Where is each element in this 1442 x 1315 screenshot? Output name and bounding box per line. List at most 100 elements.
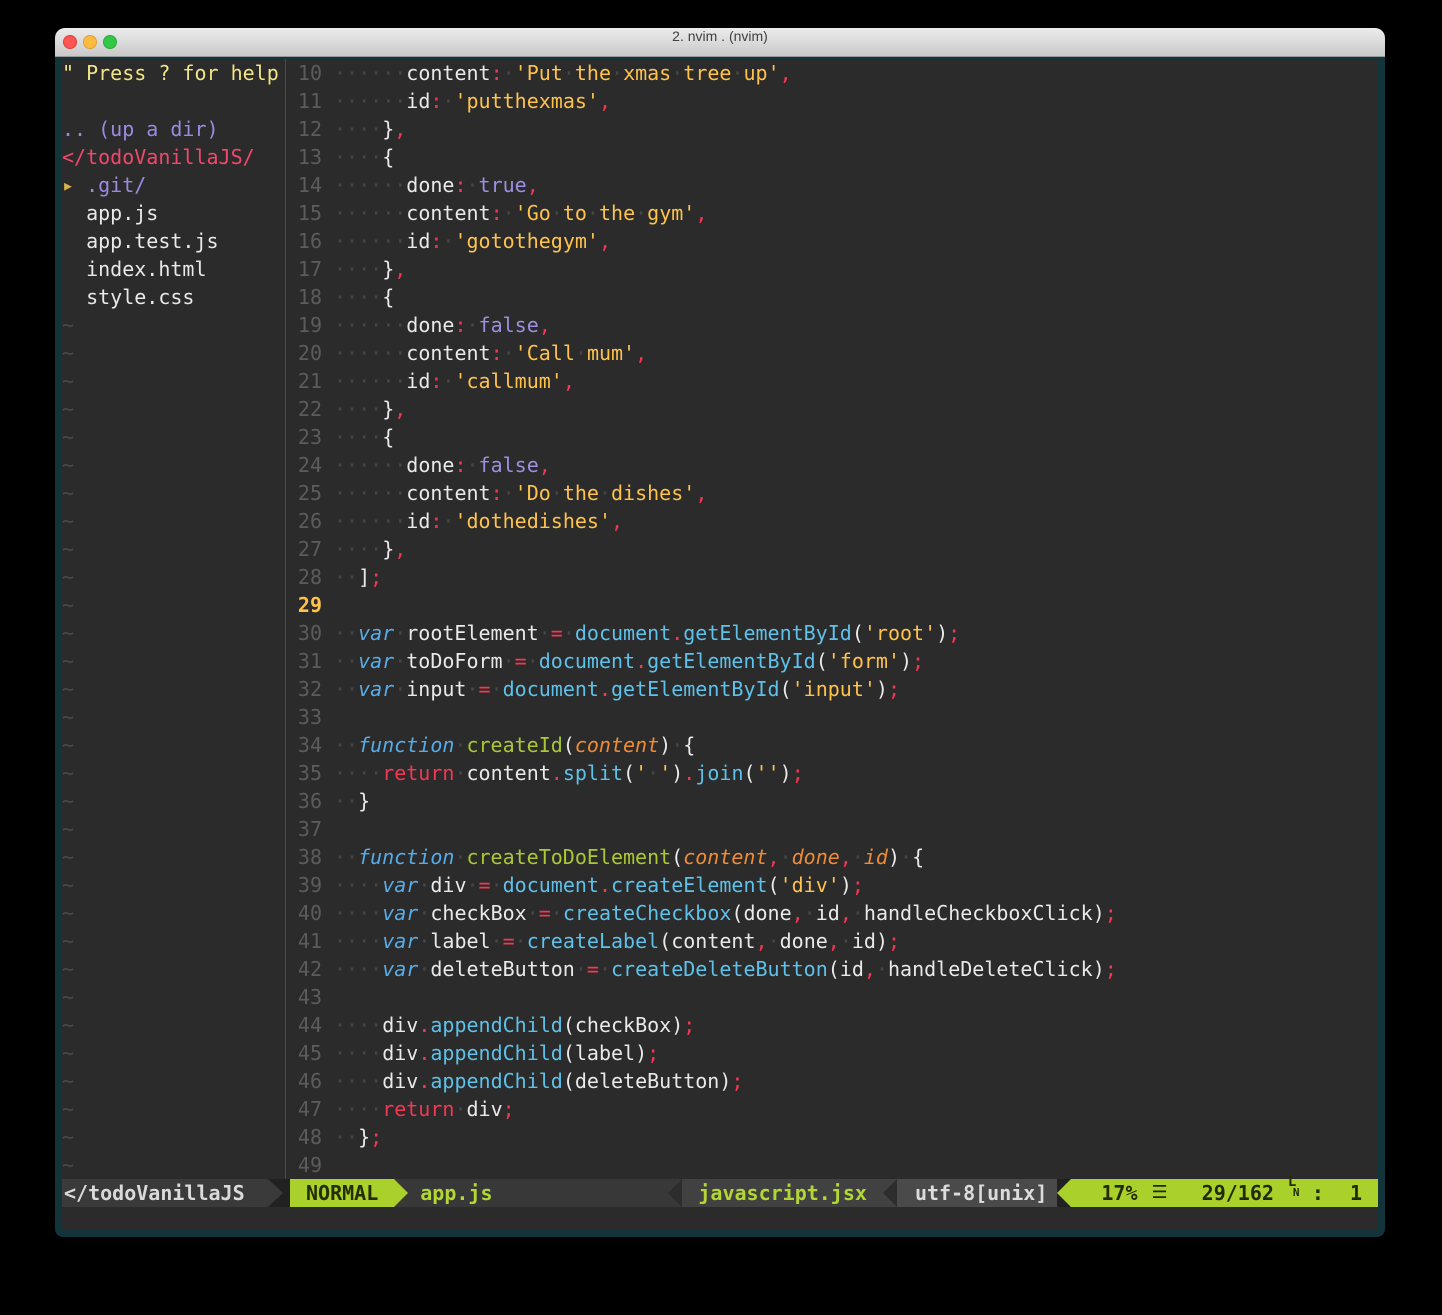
- empty-line-tilde: ~: [62, 1067, 285, 1095]
- code-line-48[interactable]: 48··};: [286, 1123, 1378, 1151]
- empty-line-tilde: ~: [62, 843, 285, 871]
- code-line-29[interactable]: 29: [286, 591, 1378, 619]
- code-line-30[interactable]: 30··var·rootElement·=·document.getElemen…: [286, 619, 1378, 647]
- code-line-41[interactable]: 41····var·label·=·createLabel(content,·d…: [286, 927, 1378, 955]
- line-number: 42: [286, 955, 322, 983]
- line-number: 34: [286, 731, 322, 759]
- statusline: </todoVanillaJS NORMAL app.js javascript…: [62, 1179, 1378, 1207]
- code-line-45[interactable]: 45····div.appendChild(label);: [286, 1039, 1378, 1067]
- tree-item-app-js[interactable]: app.js: [62, 199, 285, 227]
- line-number: 35: [286, 759, 322, 787]
- tree-item-app-test-js[interactable]: app.test.js: [62, 227, 285, 255]
- editor-main: " Press ? for help .. (up a dir)</todoVan…: [62, 59, 1378, 1179]
- tree-item-git-dir[interactable]: ▸ .git/: [62, 171, 285, 199]
- desktop: { "window": { "title": "2. nvim . (nvim)…: [0, 0, 1442, 1315]
- code-line-18[interactable]: 18····{: [286, 283, 1378, 311]
- line-number: 47: [286, 1095, 322, 1123]
- empty-line-tilde: ~: [62, 1095, 285, 1123]
- line-number: 10: [286, 59, 322, 87]
- code-line-49[interactable]: 49: [286, 1151, 1378, 1179]
- code-line-32[interactable]: 32··var·input·=·document.getElementById(…: [286, 675, 1378, 703]
- colon-separator: :: [1312, 1179, 1324, 1207]
- empty-line-tilde: ~: [62, 703, 285, 731]
- code-line-22[interactable]: 22····},: [286, 395, 1378, 423]
- empty-line-tilde: ~: [62, 563, 285, 591]
- code-line-15[interactable]: 15······content:·'Go·to·the·gym',: [286, 199, 1378, 227]
- code-line-33[interactable]: 33: [286, 703, 1378, 731]
- line-number: 48: [286, 1123, 322, 1151]
- line-number: 41: [286, 927, 322, 955]
- code-line-34[interactable]: 34··function·createId(content)·{: [286, 731, 1378, 759]
- code-line-28[interactable]: 28··];: [286, 563, 1378, 591]
- code-line-17[interactable]: 17····},: [286, 255, 1378, 283]
- line-number: 40: [286, 899, 322, 927]
- code-line-20[interactable]: 20······content:·'Call·mum',: [286, 339, 1378, 367]
- line-number: 25: [286, 479, 322, 507]
- code-line-37[interactable]: 37: [286, 815, 1378, 843]
- line-number: 24: [286, 451, 322, 479]
- line-number: 13: [286, 143, 322, 171]
- line-number: 37: [286, 815, 322, 843]
- line-number: 28: [286, 563, 322, 591]
- nerdtree-panel: " Press ? for help .. (up a dir)</todoVan…: [62, 59, 285, 1179]
- line-number: 23: [286, 423, 322, 451]
- statusline-filetype: javascript.jsx: [682, 1179, 883, 1207]
- code-line-24[interactable]: 24······done:·false,: [286, 451, 1378, 479]
- empty-line-tilde: ~: [62, 759, 285, 787]
- code-line-16[interactable]: 16······id:·'gotothegym',: [286, 227, 1378, 255]
- code-line-38[interactable]: 38··function·createToDoElement(content,·…: [286, 843, 1378, 871]
- empty-line-tilde: ~: [62, 507, 285, 535]
- line-number: 39: [286, 871, 322, 899]
- code-line-23[interactable]: 23····{: [286, 423, 1378, 451]
- titlebar[interactable]: 2. nvim . (nvim): [55, 28, 1385, 57]
- tree-root[interactable]: </todoVanillaJS/: [62, 143, 285, 171]
- powerline-arrow-icon: [268, 1179, 283, 1207]
- code-line-21[interactable]: 21······id:·'callmum',: [286, 367, 1378, 395]
- line-number: 22: [286, 395, 322, 423]
- line-number: 14: [286, 171, 322, 199]
- tree-item-style-css[interactable]: style.css: [62, 283, 285, 311]
- empty-line-tilde: ~: [62, 367, 285, 395]
- tree-help-line[interactable]: " Press ? for help: [62, 59, 285, 87]
- line-number: 38: [286, 843, 322, 871]
- editor-buffer[interactable]: 10······content:·'Put·the·xmas·tree·up',…: [286, 59, 1378, 1179]
- tree-item-up-dir[interactable]: .. (up a dir): [62, 115, 285, 143]
- code-line-44[interactable]: 44····div.appendChild(checkBox);: [286, 1011, 1378, 1039]
- code-line-14[interactable]: 14······done:·true,: [286, 171, 1378, 199]
- line-number: 18: [286, 283, 322, 311]
- line-number: 27: [286, 535, 322, 563]
- code-line-31[interactable]: 31··var·toDoForm·=·document.getElementBy…: [286, 647, 1378, 675]
- code-line-12[interactable]: 12····},: [286, 115, 1378, 143]
- code-line-47[interactable]: 47····return·div;: [286, 1095, 1378, 1123]
- code-line-42[interactable]: 42····var·deleteButton·=·createDeleteBut…: [286, 955, 1378, 983]
- code-line-10[interactable]: 10······content:·'Put·the·xmas·tree·up',: [286, 59, 1378, 87]
- code-line-11[interactable]: 11······id:·'putthexmas',: [286, 87, 1378, 115]
- empty-line-tilde: ~: [62, 395, 285, 423]
- code-line-40[interactable]: 40····var·checkBox·=·createCheckbox(done…: [286, 899, 1378, 927]
- code-line-46[interactable]: 46····div.appendChild(deleteButton);: [286, 1067, 1378, 1095]
- empty-line-tilde: ~: [62, 591, 285, 619]
- line-number: 29: [286, 591, 322, 619]
- code-line-27[interactable]: 27····},: [286, 535, 1378, 563]
- code-line-35[interactable]: 35····return·content.split('·').join('')…: [286, 759, 1378, 787]
- code-line-43[interactable]: 43: [286, 983, 1378, 1011]
- line-number: 19: [286, 311, 322, 339]
- line-number: 45: [286, 1039, 322, 1067]
- empty-line-tilde: ~: [62, 1151, 285, 1179]
- code-line-13[interactable]: 13····{: [286, 143, 1378, 171]
- empty-line-tilde: ~: [62, 535, 285, 563]
- empty-line-tilde: ~: [62, 339, 285, 367]
- tree-item-index-html[interactable]: index.html: [62, 255, 285, 283]
- line-number: 49: [286, 1151, 322, 1179]
- code-line-26[interactable]: 26······id:·'dothedishes',: [286, 507, 1378, 535]
- statusline-nerdtree: </todoVanillaJS: [62, 1179, 268, 1207]
- empty-line-tilde: ~: [62, 619, 285, 647]
- code-line-19[interactable]: 19······done:·false,: [286, 311, 1378, 339]
- code-line-39[interactable]: 39····var·div·=·document.createElement('…: [286, 871, 1378, 899]
- code-line-25[interactable]: 25······content:·'Do·the·dishes',: [286, 479, 1378, 507]
- line-number: 44: [286, 1011, 322, 1039]
- line-number: 20: [286, 339, 322, 367]
- command-line[interactable]: [62, 1207, 1378, 1230]
- code-line-36[interactable]: 36··}: [286, 787, 1378, 815]
- empty-line-tilde: ~: [62, 479, 285, 507]
